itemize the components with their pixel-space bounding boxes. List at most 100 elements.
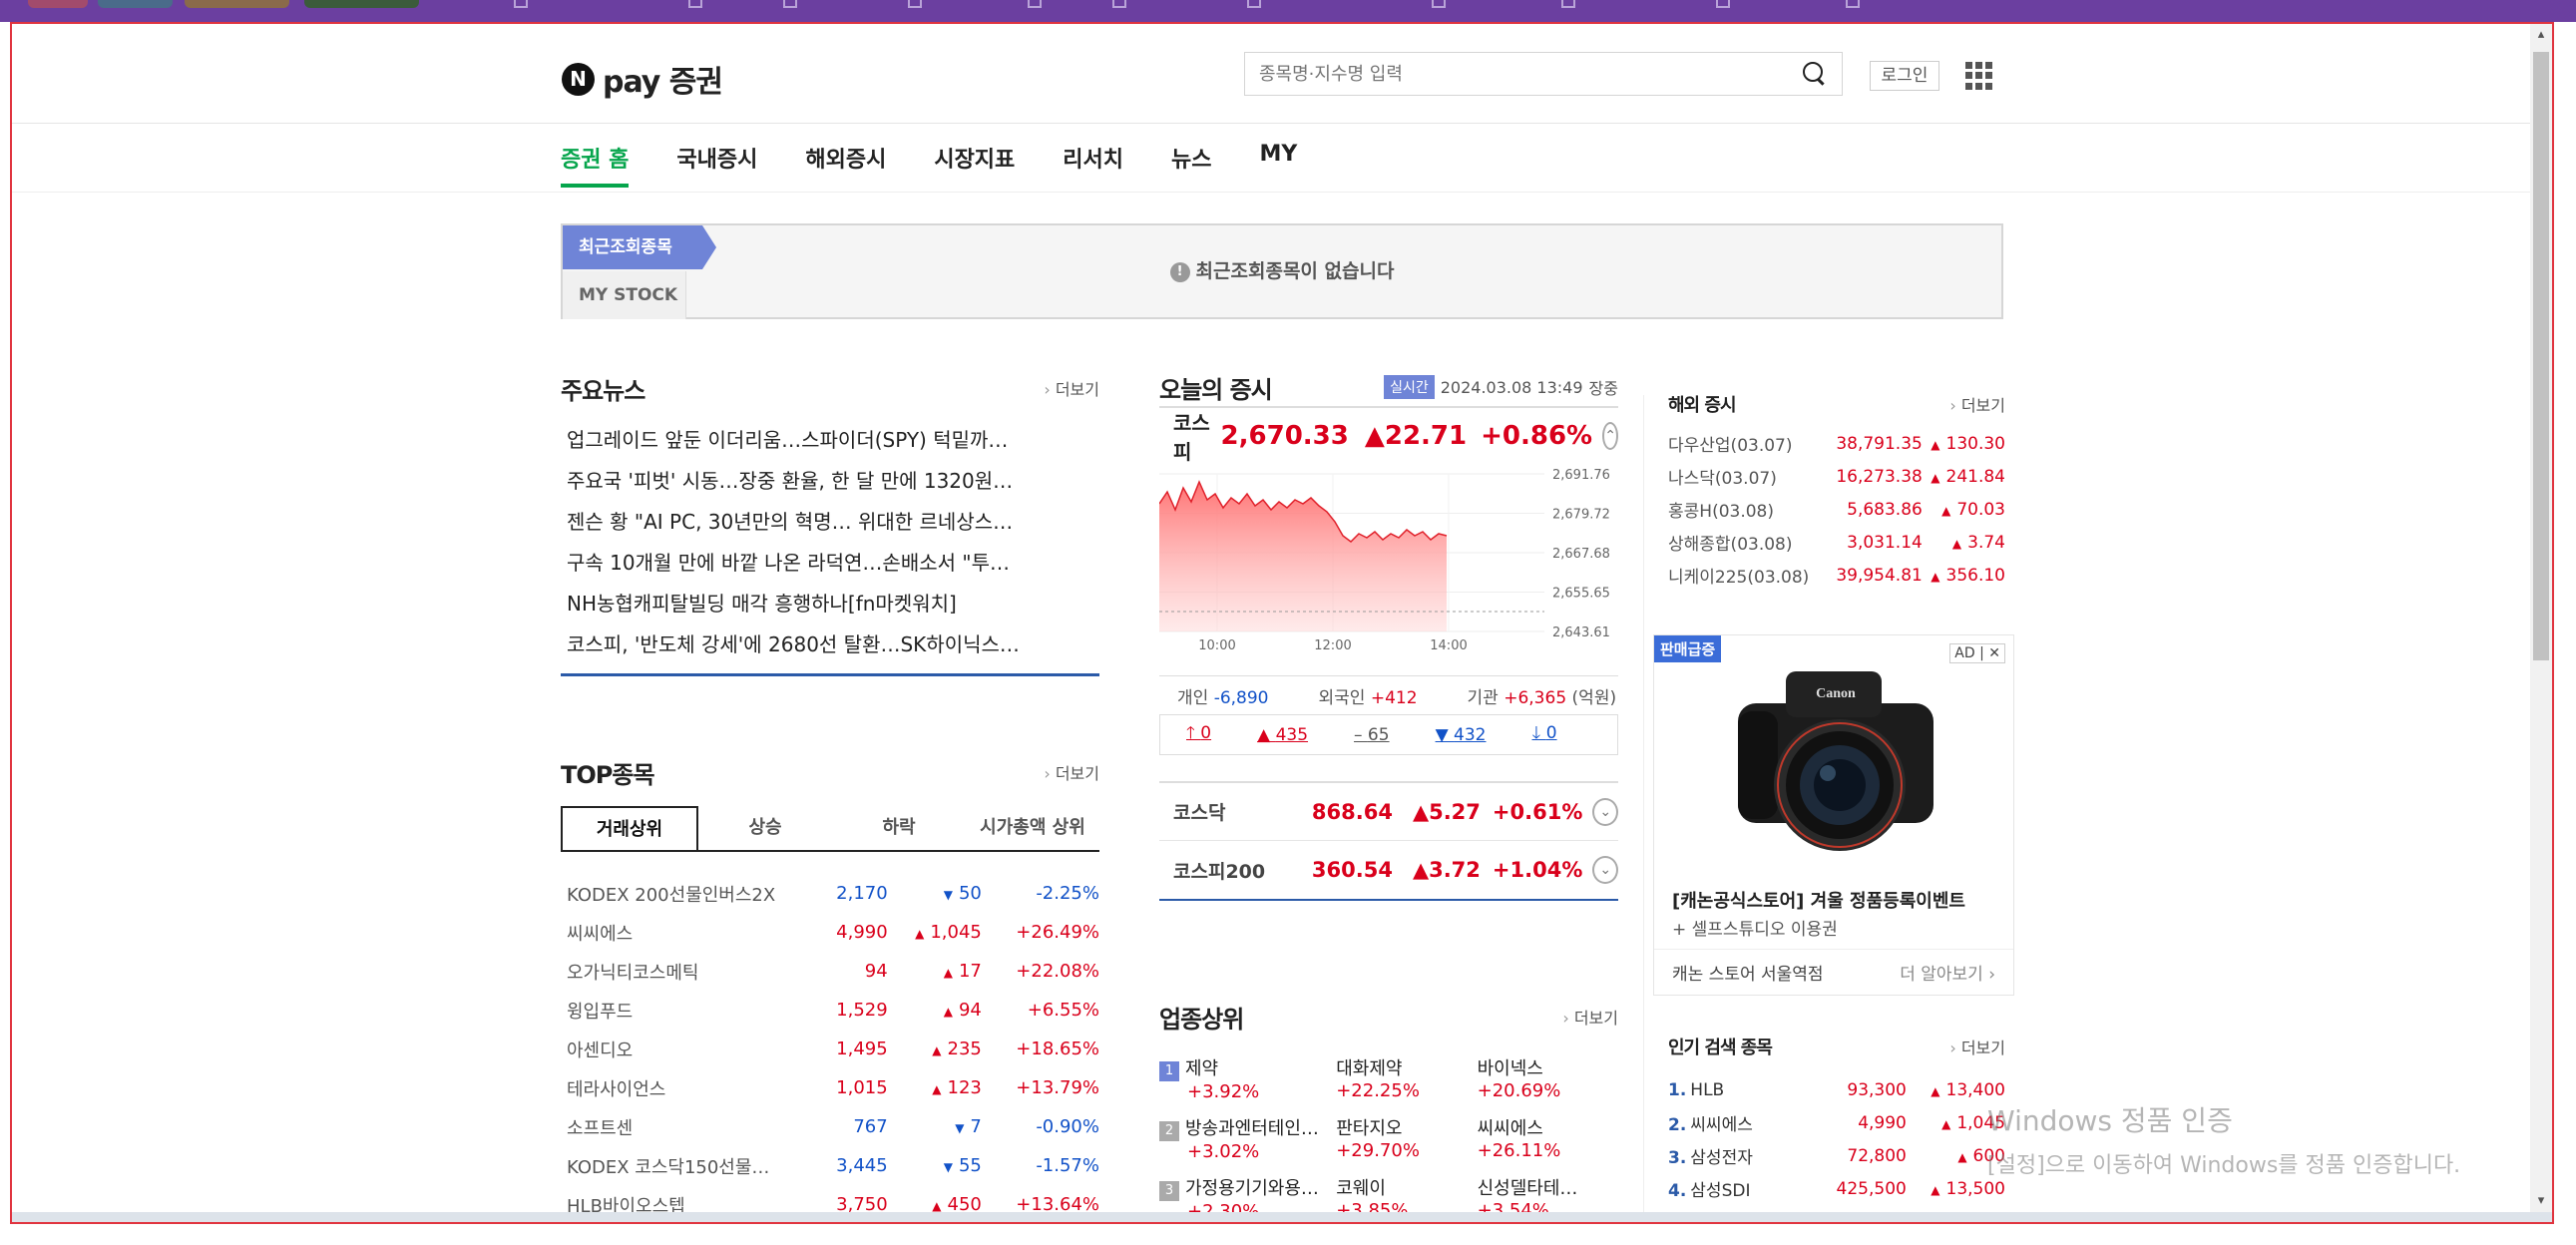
- bookmark-pill[interactable]: [304, 0, 419, 8]
- scroll-down-icon[interactable]: ▾: [2530, 1190, 2552, 1212]
- bookmark-icon[interactable]: [1247, 0, 1261, 8]
- bookmark-icon[interactable]: [908, 0, 922, 8]
- table-row[interactable]: 소프트센 7677 -0.90%: [561, 1107, 1099, 1146]
- scroll-up-icon[interactable]: ▴: [2530, 24, 2552, 46]
- falling-count[interactable]: ▼ 432: [1436, 725, 1487, 745]
- sector-main[interactable]: 2 방송과엔터테인… +3.02%: [1159, 1114, 1336, 1174]
- expand-chevron-down-icon[interactable]: ⌄: [1592, 797, 1618, 826]
- rising-count[interactable]: ▲ 435: [1257, 725, 1308, 745]
- table-row[interactable]: 나스닥(03.07) 16,273.38241.84: [1656, 460, 2005, 493]
- table-row[interactable]: 윙입푸드 1,52994 +6.55%: [561, 991, 1099, 1030]
- nav-item-my[interactable]: MY: [1260, 142, 1298, 188]
- index-change: 241.84: [1923, 460, 2005, 493]
- search-input[interactable]: [1259, 63, 1802, 85]
- vertical-scrollbar[interactable]: ▴ ▾: [2530, 24, 2552, 1222]
- limit-up-count[interactable]: 🡑 0: [1186, 720, 1211, 749]
- sector-stock[interactable]: 씨씨에스 +26.11%: [1478, 1114, 1618, 1174]
- apps-grid-icon[interactable]: [1965, 62, 1993, 90]
- scrollbar-thumb[interactable]: [2533, 52, 2549, 660]
- stock-rate: -2.25%: [1036, 883, 1099, 904]
- flat-count[interactable]: – 65: [1354, 725, 1390, 745]
- kospi200-row[interactable]: 코스피200 360.54 ▲3.72 +1.04% ⌄: [1159, 841, 1618, 899]
- more-link[interactable]: 더보기: [1044, 376, 1099, 400]
- index-value: 2,670.33: [1220, 421, 1349, 451]
- sector-stock[interactable]: 대화제약 +22.25%: [1336, 1054, 1477, 1114]
- nav-item-overseas[interactable]: 해외증시: [805, 142, 886, 188]
- ad-close-button[interactable]: AD | ✕: [1949, 643, 2005, 663]
- table-row[interactable]: 홍콩H(03.08) 5,683.8670.03: [1656, 493, 2005, 526]
- sector-stock[interactable]: 바이넥스 +20.69%: [1478, 1054, 1618, 1114]
- table-row[interactable]: KODEX 200선물인버스2X 2,17050 -2.25%: [561, 874, 1099, 913]
- tab-recent-stocks[interactable]: 최근조회종목: [563, 225, 716, 269]
- bookmark-icon[interactable]: [1846, 0, 1860, 8]
- nav-item-domestic[interactable]: 국내증시: [676, 142, 757, 188]
- index-change: ▲22.71: [1364, 421, 1468, 451]
- bookmark-pill[interactable]: [185, 0, 289, 8]
- stock-change: 235: [888, 1030, 982, 1068]
- bookmark-icon[interactable]: [1716, 0, 1730, 8]
- sector-stock[interactable]: 판타지오 +29.70%: [1336, 1114, 1477, 1174]
- table-row[interactable]: 아센디오 1,495235 +18.65%: [561, 1030, 1099, 1068]
- nav-item-market-index[interactable]: 시장지표: [934, 142, 1015, 188]
- expand-chevron-down-icon[interactable]: ⌄: [1592, 856, 1618, 884]
- sector-row[interactable]: 1 제약 +3.92% 대화제약 +22.25% 바이넥스 +20.69%: [1159, 1054, 1618, 1114]
- bookmark-icon[interactable]: [783, 0, 797, 8]
- search-icon[interactable]: [1802, 61, 1828, 87]
- sector-main[interactable]: 1 제약 +3.92%: [1159, 1054, 1336, 1114]
- index-name: 코스닥: [1173, 802, 1226, 824]
- login-button[interactable]: 로그인: [1870, 61, 1939, 91]
- table-row[interactable]: 상해종합(03.08) 3,031.143.74: [1656, 526, 2005, 559]
- bookmark-icon[interactable]: [1561, 0, 1575, 8]
- tab-my-stock[interactable]: MY STOCK: [563, 271, 686, 319]
- more-link[interactable]: 더보기: [1949, 1035, 2005, 1058]
- bookmark-icon[interactable]: [1028, 0, 1042, 8]
- stock-price: 425,500: [1836, 1178, 1907, 1199]
- table-row[interactable]: 4.삼성SDI 425,50013,500: [1656, 1172, 2005, 1205]
- table-row[interactable]: 다우산업(03.07) 38,791.35130.30: [1656, 427, 2005, 460]
- tab-market-cap[interactable]: 시가총액 상위: [966, 806, 1099, 850]
- ad-more-link[interactable]: 더 알아보기 ›: [1900, 960, 1995, 985]
- table-row[interactable]: 1.HLB 93,30013,400: [1656, 1073, 2005, 1106]
- stock-name-cell: 3. 삼성전자: [1656, 1139, 1814, 1172]
- tab-volume[interactable]: 거래상위: [561, 806, 698, 850]
- news-item[interactable]: NH농협캐피탈빌딩 매각 흥행하나[fn마켓워치]: [561, 584, 1099, 624]
- news-item[interactable]: 젠슨 황 "AI PC, 30년만의 혁명… 위대한 르네상스…: [561, 502, 1099, 543]
- nav-item-news[interactable]: 뉴스: [1171, 142, 1211, 188]
- news-item[interactable]: 업그레이드 앞둔 이더리움…스파이더(SPY) 턱밑까…: [561, 420, 1099, 461]
- bookmark-icon[interactable]: [1432, 0, 1446, 8]
- table-row[interactable]: 씨씨에스 4,9901,045 +26.49%: [561, 913, 1099, 952]
- bookmark-icon[interactable]: [514, 0, 528, 8]
- bookmark-pill[interactable]: [28, 0, 88, 8]
- table-row[interactable]: 3.삼성전자 72,800600: [1656, 1139, 2005, 1172]
- bookmark-icon[interactable]: [1112, 0, 1126, 8]
- more-link[interactable]: 더보기: [1562, 1005, 1618, 1029]
- market-status: 장중: [1588, 379, 1618, 398]
- nav-item-research[interactable]: 리서치: [1063, 142, 1123, 188]
- bookmark-pill[interactable]: [98, 0, 173, 8]
- table-row[interactable]: 니케이225(03.08) 39,954.81356.10: [1656, 559, 2005, 592]
- sector-row[interactable]: 2 방송과엔터테인… +3.02% 판타지오 +29.70% 씨씨에스 +26.11%: [1159, 1114, 1618, 1174]
- more-link[interactable]: 더보기: [1044, 760, 1099, 784]
- site-logo[interactable]: N pay 증권: [562, 57, 723, 101]
- table-row[interactable]: 오가닉티코스메틱 9417 +22.08%: [561, 952, 1099, 991]
- table-row[interactable]: 2.씨씨에스 4,9901,045: [1656, 1106, 2005, 1139]
- news-item[interactable]: 주요국 '피벗' 시동…장중 환율, 한 달 만에 1320원…: [561, 461, 1099, 502]
- news-item[interactable]: 구속 10개월 만에 바깥 나온 라덕연…손배소서 "투…: [561, 543, 1099, 584]
- tab-falling[interactable]: 하락: [832, 806, 966, 850]
- news-item[interactable]: 코스피, '반도체 강세'에 2680선 탈환…SK하이닉스…: [561, 624, 1099, 665]
- kospi-summary[interactable]: 코스피 2,670.33 ▲22.71 +0.86% ⌃: [1159, 408, 1618, 464]
- more-link[interactable]: 더보기: [1949, 392, 2005, 416]
- sector-rank: 2: [1159, 1121, 1179, 1141]
- kosdaq-row[interactable]: 코스닥 868.64 ▲5.27 +0.61% ⌄: [1159, 783, 1618, 841]
- stock-price: 93,300: [1847, 1079, 1907, 1100]
- nav-item-home[interactable]: 증권 홈: [561, 142, 630, 188]
- bookmark-icon[interactable]: [688, 0, 702, 8]
- tab-rising[interactable]: 상승: [698, 806, 832, 850]
- table-row[interactable]: 테라사이언스 1,015123 +13.79%: [561, 1068, 1099, 1107]
- table-row[interactable]: KODEX 코스닥150선물… 3,44555 -1.57%: [561, 1146, 1099, 1185]
- collapse-chevron-up-icon[interactable]: ⌃: [1602, 422, 1618, 450]
- limit-down-count[interactable]: 🡓 0: [1532, 720, 1557, 749]
- advertisement[interactable]: 판매급증 AD | ✕ Canon [캐논공식스토어] 겨울 정품등록이벤트 +…: [1653, 634, 2014, 996]
- index-name: 상해종합(03.08): [1668, 535, 1793, 555]
- stock-price: 3,445: [836, 1155, 888, 1176]
